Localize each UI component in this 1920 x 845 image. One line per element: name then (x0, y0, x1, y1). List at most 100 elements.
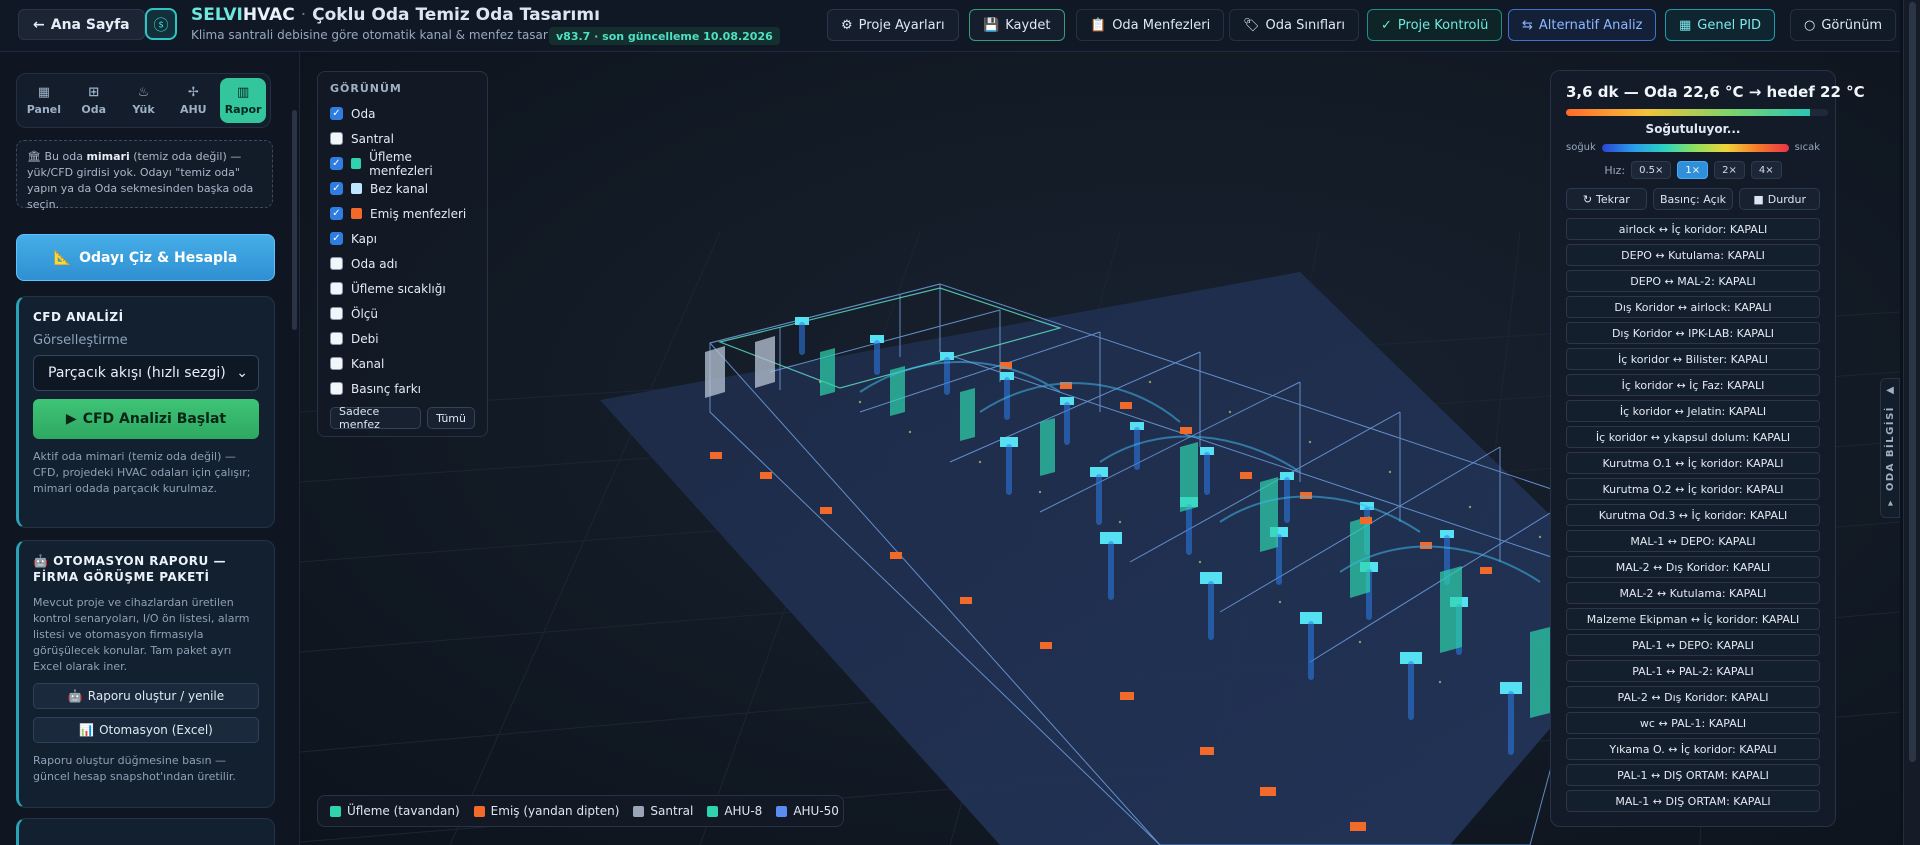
view-option-oda[interactable]: ✓ Oda (330, 101, 475, 126)
checkbox-unchecked-icon[interactable] (330, 282, 343, 295)
door-status-item[interactable]: MAL-1 ↔ DIŞ ORTAM: KAPALI (1566, 790, 1820, 812)
door-status-item[interactable]: İç koridor ↔ Bilister: KAPALI (1566, 348, 1820, 370)
view-option-label: Basınç farkı (351, 381, 421, 396)
all-button[interactable]: Tümü (427, 407, 475, 429)
speed-option[interactable]: 0.5× (1631, 161, 1672, 179)
generate-report-button[interactable]: 🤖 Raporu oluştur / yenile (33, 683, 259, 709)
only-vents-button[interactable]: Sadece menfez (330, 405, 422, 431)
view-toggle-label: Görünüm (1821, 17, 1883, 33)
view-option-flow[interactable]: Debi (330, 326, 475, 351)
door-status-item[interactable]: wc ↔ PAL-1: KAPALI (1566, 712, 1820, 734)
start-cfd-button[interactable]: ▶ CFD Analizi Başlat (33, 399, 259, 439)
door-status-item[interactable]: Dış Koridor ↔ IPK-LAB: KAPALI (1566, 322, 1820, 344)
door-status-item[interactable]: Kurutma O.2 ↔ İç koridor: KAPALI (1566, 478, 1820, 500)
legend-item: AHU-8 (707, 804, 762, 818)
checkbox-checked-icon[interactable]: ✓ (330, 107, 343, 120)
page-title: Çoklu Oda Temiz Oda Tasarımı (312, 5, 600, 25)
chart-icon: ▥ (236, 85, 250, 100)
replay-label: Tekrar (1596, 192, 1630, 206)
room-vents-button[interactable]: 📋 Oda Menfezleri (1076, 9, 1225, 41)
automation-title: 🤖 OTOMASYON RAPORU — FİRMA GÖRÜŞME PAKET… (33, 553, 260, 585)
view-option-supply-temp[interactable]: Üfleme sıcaklığı (330, 276, 475, 301)
door-status-item[interactable]: PAL-1 ↔ DIŞ ORTAM: KAPALI (1566, 764, 1820, 786)
view-panel-title: GÖRÜNÜM (330, 82, 402, 95)
view-option-pressure-diff[interactable]: Basınç farkı (330, 376, 475, 401)
door-status-item[interactable]: Yıkama O. ↔ İç koridor: KAPALI (1566, 738, 1820, 760)
legend-label: AHU-8 (724, 804, 763, 818)
view-option-room-name[interactable]: Oda adı (330, 251, 475, 276)
alt-analysis-label: Alternatif Analiz (1538, 17, 1643, 33)
pressure-toggle-button[interactable]: Basınç: Açık (1652, 188, 1734, 210)
project-check-button[interactable]: ✓ Proje Kontrolü (1367, 9, 1503, 41)
generate-report-label: Raporu oluştur / yenile (87, 689, 225, 703)
view-option-door[interactable]: ✓ Kapı (330, 226, 475, 251)
view-toggle-button[interactable]: ○ Görünüm (1790, 9, 1897, 41)
view-option-duct[interactable]: Kanal (330, 351, 475, 376)
checkbox-unchecked-icon[interactable] (330, 382, 343, 395)
door-status-item[interactable]: İç koridor ↔ İç Faz: KAPALI (1566, 374, 1820, 396)
door-status-item[interactable]: DEPO ↔ Kutulama: KAPALI (1566, 244, 1820, 266)
view-option-return-vents[interactable]: ✓ Emiş menfezleri (330, 201, 475, 226)
checkbox-unchecked-icon[interactable] (330, 332, 343, 345)
tab-panel[interactable]: ▦ Panel (21, 78, 67, 123)
sidebar-scrollbar[interactable] (292, 110, 297, 330)
view-option-dimension[interactable]: Ölçü (330, 301, 475, 326)
checkbox-checked-icon[interactable]: ✓ (330, 232, 343, 245)
door-status-item[interactable]: Kurutma Od.3 ↔ İç koridor: KAPALI (1566, 504, 1820, 526)
checkbox-unchecked-icon[interactable] (330, 307, 343, 320)
building-icon: 🏛 (27, 150, 41, 163)
view-option-label: Emiş menfezleri (370, 206, 467, 221)
checkbox-checked-icon[interactable]: ✓ (330, 182, 343, 195)
door-status-item[interactable]: İç koridor ↔ Jelatin: KAPALI (1566, 400, 1820, 422)
view-option-supply-vents[interactable]: ✓ Üfleme menfezleri (330, 150, 475, 178)
room-classes-button[interactable]: 🏷 Oda Sınıfları (1229, 9, 1359, 41)
project-settings-button[interactable]: ⚙ Proje Ayarları (827, 9, 959, 41)
checkbox-unchecked-icon[interactable] (330, 132, 343, 145)
tab-oda[interactable]: ⊞ Oda (71, 78, 117, 123)
back-home-button[interactable]: ← Ana Sayfa (18, 9, 145, 40)
door-status-item[interactable]: DEPO ↔ MAL-2: KAPALI (1566, 270, 1820, 292)
door-status-item[interactable]: PAL-2 ↔ Dış Koridor: KAPALI (1566, 686, 1820, 708)
tab-yuk[interactable]: ♨ Yük (121, 78, 167, 123)
scrollbar-thumb[interactable] (1909, 2, 1916, 762)
room-info-tab[interactable]: ◀ ▾ ODA BİLGİSİ (1880, 378, 1900, 518)
door-status-item[interactable]: Kurutma O.1 ↔ İç koridor: KAPALI (1566, 452, 1820, 474)
replay-icon: ↻ (1582, 192, 1593, 206)
door-status-item[interactable]: airlock ↔ İç koridor: KAPALI (1566, 218, 1820, 240)
draw-calculate-button[interactable]: 📐 Odayı Çiz & Hesapla (16, 234, 275, 281)
automation-excel-button[interactable]: 📊 Otomasyon (Excel) (33, 717, 259, 743)
door-status-item[interactable]: PAL-1 ↔ PAL-2: KAPALI (1566, 660, 1820, 682)
checkbox-checked-icon[interactable]: ✓ (330, 157, 343, 170)
speed-option[interactable]: 2× (1714, 161, 1745, 179)
replay-button[interactable]: ↻ Tekrar (1566, 188, 1647, 210)
door-status-item[interactable]: MAL-1 ↔ DEPO: KAPALI (1566, 530, 1820, 552)
checkbox-checked-icon[interactable]: ✓ (330, 207, 343, 220)
general-pid-button[interactable]: ▦ Genel PID (1665, 9, 1776, 41)
room-info-label: ▾ ODA BİLGİSİ (1884, 406, 1896, 509)
door-status-item[interactable]: İç koridor ↔ y.kapsul dolum: KAPALI (1566, 426, 1820, 448)
speed-option-active[interactable]: 1× (1677, 161, 1709, 179)
temperature-scale: soğuk sıcak (1566, 142, 1820, 153)
view-option-santral[interactable]: Santral (330, 126, 475, 151)
gear-icon: ⚙ (841, 17, 853, 33)
visualization-select[interactable]: Parçacık akışı (hızlı sezgi) ⌄ (33, 355, 259, 391)
tab-ahu[interactable]: ✢ AHU (170, 78, 216, 123)
window-scrollbar[interactable] (1903, 0, 1920, 845)
ruler-icon: 📐 (53, 249, 72, 266)
tab-rapor[interactable]: ▥ Rapor (220, 78, 266, 123)
checkbox-unchecked-icon[interactable] (330, 257, 343, 270)
stop-button[interactable]: ■ Durdur (1739, 188, 1821, 210)
door-status-item[interactable]: MAL-2 ↔ Kutulama: KAPALI (1566, 582, 1820, 604)
view-option-fabric-duct[interactable]: ✓ Bez kanal (330, 176, 475, 201)
save-button[interactable]: 💾 Kaydet (969, 9, 1065, 41)
checkbox-unchecked-icon[interactable] (330, 357, 343, 370)
door-status-item[interactable]: PAL-1 ↔ DEPO: KAPALI (1566, 634, 1820, 656)
view-option-label: Santral (351, 131, 394, 146)
door-status-item[interactable]: Malzeme Ekipman ↔ İç koridor: KAPALI (1566, 608, 1820, 630)
note-prefix: Bu oda (44, 150, 87, 163)
alt-analysis-button[interactable]: ⇆ Alternatif Analiz (1508, 9, 1657, 41)
door-status-item[interactable]: Dış Koridor ↔ airlock: KAPALI (1566, 296, 1820, 318)
view-option-label: Oda (351, 106, 376, 121)
speed-option[interactable]: 4× (1750, 161, 1782, 179)
door-status-item[interactable]: MAL-2 ↔ Dış Koridor: KAPALI (1566, 556, 1820, 578)
